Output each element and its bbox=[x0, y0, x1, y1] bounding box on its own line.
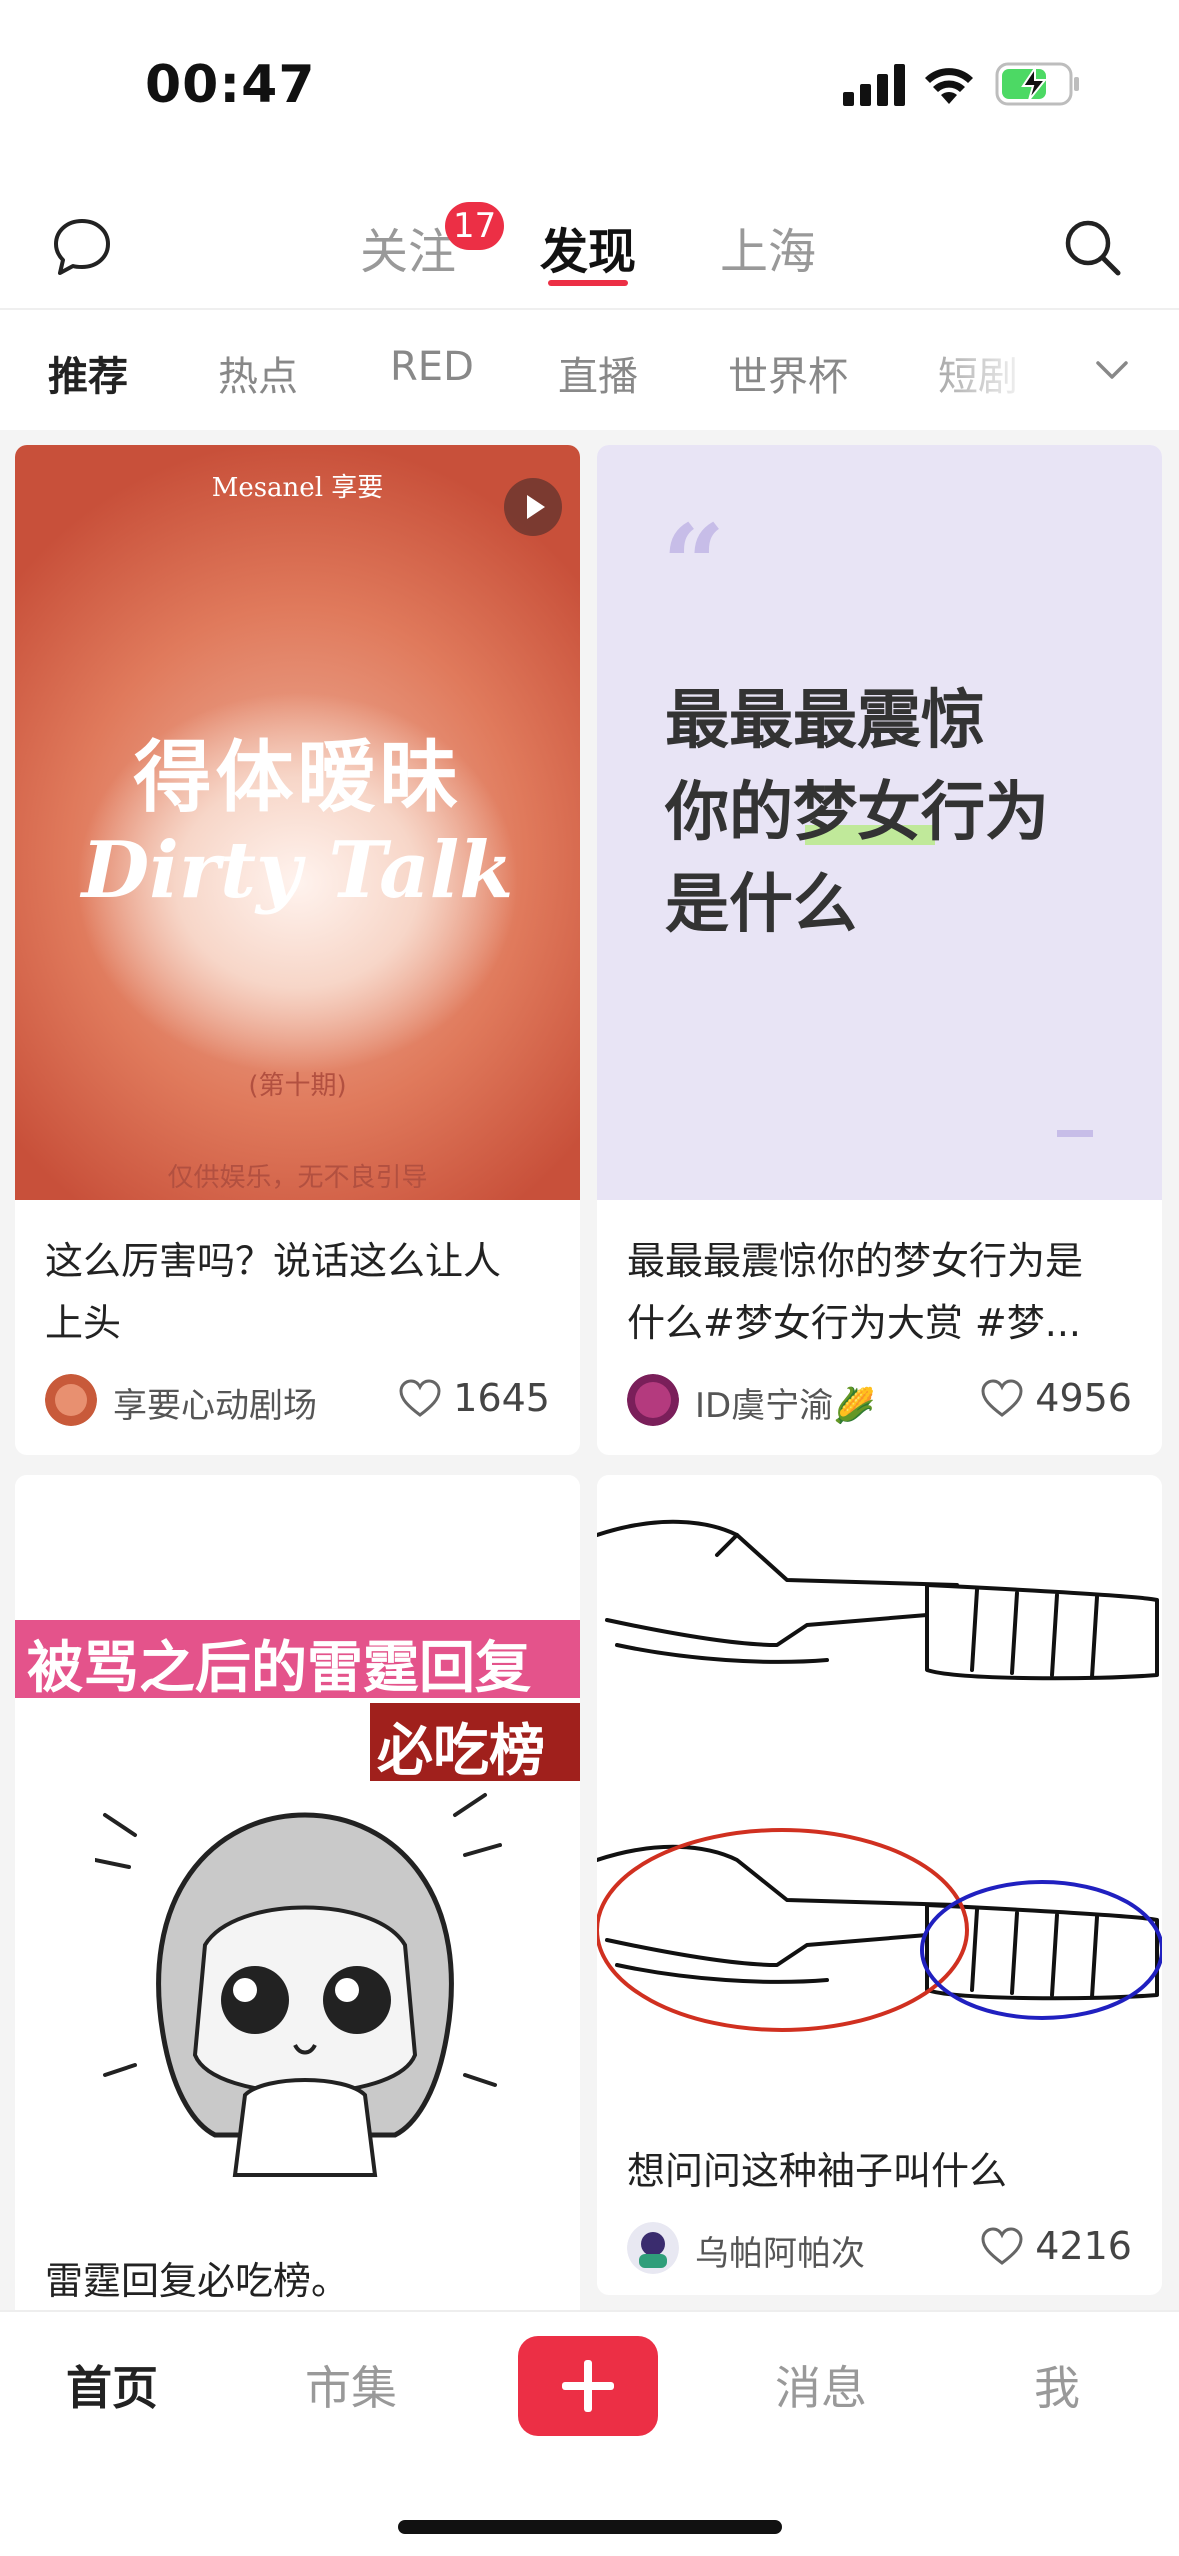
tab-me[interactable]: 我 bbox=[1034, 2352, 1080, 2418]
quote-mark-icon: “ bbox=[662, 500, 726, 629]
cover-title-en: Dirty Talk bbox=[81, 825, 514, 916]
note-card[interactable]: 想问问这种袖子叫什么 乌帕阿帕次 4216 bbox=[597, 1475, 1162, 2295]
wifi-icon bbox=[925, 68, 973, 104]
note-title-line2[interactable]: 什么#梦女行为大赏 #梦... bbox=[627, 1292, 1081, 1354]
follow-unread-badge: 17 bbox=[445, 202, 505, 250]
note-title[interactable]: 最最最震惊你的梦女行为是 bbox=[627, 1230, 1083, 1292]
author-avatar[interactable] bbox=[627, 2222, 679, 2274]
author-name[interactable]: 享要心动剧场 bbox=[113, 1378, 317, 1427]
cover-dash bbox=[1057, 1130, 1093, 1137]
cover-text-line3: 是什么 bbox=[665, 868, 857, 942]
author-name[interactable]: 乌帕阿帕次 bbox=[695, 2226, 865, 2275]
category-fade bbox=[900, 312, 1070, 430]
note-title-line2[interactable]: 上头 bbox=[45, 1292, 121, 1354]
chevron-down-icon[interactable] bbox=[1090, 348, 1134, 392]
author-avatar[interactable] bbox=[627, 1374, 679, 1426]
note-cover-image[interactable]: “ 最最最震惊 你的梦女行为 是什么 bbox=[597, 445, 1162, 1200]
active-tab-underline bbox=[548, 280, 628, 286]
note-card[interactable]: 被骂之后的雷霆回复 必吃榜 雷霆回复必吃榜。 bbox=[15, 1475, 580, 2310]
author-row: 享要心动剧场 1645 bbox=[45, 1370, 550, 1426]
tab-follow[interactable]: 关注 bbox=[360, 212, 456, 282]
like-heart-icon[interactable] bbox=[980, 2226, 1024, 2266]
bottom-tab-bar: 首页 市集 消息 我 bbox=[0, 2310, 1179, 2556]
cellular-signal-icon bbox=[843, 64, 905, 106]
note-title[interactable]: 想问问这种袖子叫什么 bbox=[627, 2140, 1007, 2202]
search-icon[interactable] bbox=[1060, 215, 1124, 279]
note-title[interactable]: 这么厉害吗？说话这么让人 bbox=[45, 1230, 501, 1292]
battery-charging-icon bbox=[995, 62, 1079, 106]
chat-bubble-icon[interactable] bbox=[50, 215, 114, 279]
top-nav: 关注 17 发现 上海 bbox=[0, 190, 1179, 310]
note-title[interactable]: 雷霆回复必吃榜。 bbox=[45, 2250, 349, 2310]
category-world-cup[interactable]: 世界杯 bbox=[728, 344, 848, 402]
cover-text-line2: 你的梦女行为 bbox=[665, 776, 1049, 850]
category-live[interactable]: 直播 bbox=[558, 344, 638, 402]
author-row: ID虞宁渝🌽 4956 bbox=[627, 1370, 1132, 1426]
tab-messages[interactable]: 消息 bbox=[775, 2352, 867, 2418]
tab-discover[interactable]: 发现 bbox=[540, 212, 636, 282]
like-count: 4216 bbox=[1035, 2224, 1132, 2268]
category-hot[interactable]: 热点 bbox=[218, 344, 298, 402]
category-recommend[interactable]: 推荐 bbox=[48, 344, 128, 402]
like-count: 1645 bbox=[453, 1376, 550, 1420]
note-card[interactable]: Mesanel 享要 得体暧昧 Dirty Talk (第十期) 仅供娱乐，无不… bbox=[15, 445, 580, 1455]
note-cover-image[interactable]: Mesanel 享要 得体暧昧 Dirty Talk (第十期) 仅供娱乐，无不… bbox=[15, 445, 580, 1200]
category-red[interactable]: RED bbox=[390, 344, 474, 390]
author-name[interactable]: ID虞宁渝🌽 bbox=[695, 1378, 876, 1427]
note-card[interactable]: “ 最最最震惊 你的梦女行为 是什么 最最最震惊你的梦女行为是 什么#梦女行为大… bbox=[597, 445, 1162, 1455]
cover-banner-text: 被骂之后的雷霆回复 bbox=[27, 1636, 531, 1701]
plus-icon bbox=[562, 2360, 614, 2412]
author-avatar[interactable] bbox=[45, 1374, 97, 1426]
cover-brand: Mesanel 享要 bbox=[211, 473, 384, 503]
tab-market[interactable]: 市集 bbox=[305, 2352, 397, 2418]
status-bar: 00:47 bbox=[0, 0, 1179, 170]
cover-text-line1: 最最最震惊 bbox=[665, 684, 985, 758]
home-indicator bbox=[398, 2520, 782, 2534]
cover-text: 最最最震惊 你的梦女行为 是什么 bbox=[665, 675, 1049, 951]
video-play-icon bbox=[504, 478, 562, 536]
cover-issue: (第十期) bbox=[248, 1071, 347, 1101]
tab-home[interactable]: 首页 bbox=[66, 2352, 158, 2418]
like-heart-icon[interactable] bbox=[980, 1378, 1024, 1418]
cover-title-cn: 得体暧昧 bbox=[133, 733, 462, 823]
manga-girl-illustration bbox=[95, 1793, 502, 2177]
note-cover-image[interactable]: 被骂之后的雷霆回复 必吃榜 bbox=[15, 1475, 580, 2235]
feed: Mesanel 享要 得体暧昧 Dirty Talk (第十期) 仅供娱乐，无不… bbox=[0, 430, 1179, 2310]
author-row: 乌帕阿帕次 4216 bbox=[627, 2218, 1132, 2274]
sleeve-sketch-image[interactable] bbox=[597, 1475, 1162, 2115]
like-heart-icon[interactable] bbox=[398, 1378, 442, 1418]
cover-disclaimer: 仅供娱乐，无不良引导 bbox=[167, 1163, 428, 1193]
category-bar: 推荐 热点 RED 直播 世界杯 短剧 bbox=[0, 312, 1179, 430]
status-time: 00:47 bbox=[145, 55, 316, 115]
like-count: 4956 bbox=[1035, 1376, 1132, 1420]
publish-button[interactable] bbox=[518, 2336, 658, 2436]
tab-shanghai[interactable]: 上海 bbox=[720, 212, 816, 282]
